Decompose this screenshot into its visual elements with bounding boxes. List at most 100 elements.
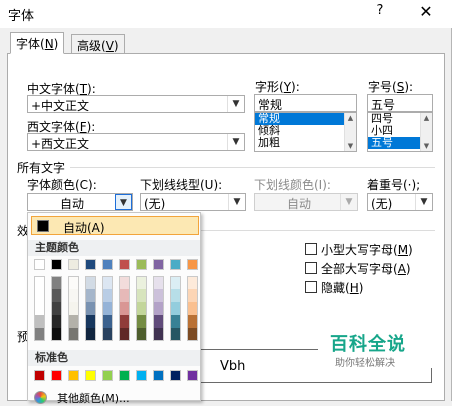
chinese-font-combo[interactable]: +中文正文 ▼ xyxy=(27,95,245,113)
font-color-combo[interactable]: 自动 ▼ xyxy=(27,193,133,211)
chevron-down-icon[interactable]: ▼ xyxy=(115,194,132,210)
theme-color-swatch[interactable] xyxy=(34,259,45,270)
standard-color-swatch[interactable] xyxy=(153,370,164,381)
font-size-input[interactable]: 五号 xyxy=(367,94,433,112)
theme-shade-swatch[interactable] xyxy=(187,302,198,315)
theme-shade-swatch[interactable] xyxy=(85,289,96,302)
theme-shade-swatch[interactable] xyxy=(51,289,62,302)
scroll-up-icon[interactable]: ▲ xyxy=(421,113,432,123)
chevron-down-icon[interactable]: ▼ xyxy=(227,96,244,112)
theme-shade-swatch[interactable] xyxy=(102,276,113,289)
theme-shade-swatch[interactable] xyxy=(119,276,130,289)
theme-shade-swatch[interactable] xyxy=(119,315,130,328)
theme-shade-swatch[interactable] xyxy=(85,276,96,289)
theme-shade-swatch[interactable] xyxy=(153,302,164,315)
scroll-down-icon[interactable]: ▼ xyxy=(345,141,356,151)
theme-shade-swatch[interactable] xyxy=(102,315,113,328)
theme-color-swatch[interactable] xyxy=(51,259,62,270)
theme-shade-swatch[interactable] xyxy=(51,315,62,328)
theme-color-swatch[interactable] xyxy=(102,259,113,270)
theme-shade-swatch[interactable] xyxy=(170,328,181,341)
standard-color-swatch[interactable] xyxy=(85,370,96,381)
theme-shade-swatch[interactable] xyxy=(187,276,198,289)
theme-shade-swatch[interactable] xyxy=(85,315,96,328)
theme-shade-swatch[interactable] xyxy=(170,289,181,302)
emphasis-mark-combo[interactable]: (无) ▼ xyxy=(367,193,433,211)
theme-shade-swatch[interactable] xyxy=(153,289,164,302)
theme-color-swatch[interactable] xyxy=(136,259,147,270)
theme-shade-swatch[interactable] xyxy=(34,328,45,341)
font-style-list[interactable]: 常规 倾斜 加粗 ▲ ▼ xyxy=(254,112,357,152)
standard-color-swatch[interactable] xyxy=(34,370,45,381)
theme-color-swatch[interactable] xyxy=(170,259,181,270)
theme-shade-swatch[interactable] xyxy=(170,276,181,289)
theme-shade-swatch[interactable] xyxy=(187,289,198,302)
underline-style-combo[interactable]: (无) ▼ xyxy=(140,193,246,211)
theme-shade-swatch[interactable] xyxy=(68,276,79,289)
theme-color-swatch[interactable] xyxy=(153,259,164,270)
theme-shade-swatch[interactable] xyxy=(68,315,79,328)
theme-shade-swatch[interactable] xyxy=(68,302,79,315)
size-scrollbar[interactable]: ▲ ▼ xyxy=(420,113,432,151)
close-button[interactable]: ✕ xyxy=(414,2,438,24)
tab-font[interactable]: 字体(N) xyxy=(10,32,65,54)
theme-shade-swatch[interactable] xyxy=(34,276,45,289)
theme-color-swatch[interactable] xyxy=(85,259,96,270)
standard-color-swatch[interactable] xyxy=(68,370,79,381)
theme-color-swatch[interactable] xyxy=(119,259,130,270)
standard-color-swatch[interactable] xyxy=(187,370,198,381)
theme-shade-swatch[interactable] xyxy=(136,315,147,328)
tab-advanced[interactable]: 高级(V) xyxy=(71,34,125,54)
all-caps-checkbox[interactable] xyxy=(305,262,317,274)
theme-shade-swatch[interactable] xyxy=(136,302,147,315)
help-button[interactable]: ? xyxy=(370,3,390,23)
theme-shade-swatch[interactable] xyxy=(187,328,198,341)
theme-shade-swatch[interactable] xyxy=(170,315,181,328)
automatic-color-option[interactable]: 自动(A) xyxy=(31,216,199,235)
theme-color-swatch[interactable] xyxy=(187,259,198,270)
hidden-checkbox[interactable] xyxy=(305,281,317,293)
theme-shade-swatch[interactable] xyxy=(136,276,147,289)
scroll-down-icon[interactable]: ▼ xyxy=(421,141,432,151)
style-scrollbar[interactable]: ▲ ▼ xyxy=(344,113,356,151)
western-font-combo[interactable]: +西文正文 ▼ xyxy=(27,133,245,151)
more-colors-option[interactable]: 其他颜色(M)... xyxy=(31,390,199,405)
list-item[interactable]: 加粗 xyxy=(255,137,356,149)
theme-shade-swatch[interactable] xyxy=(153,328,164,341)
theme-shade-swatch[interactable] xyxy=(136,289,147,302)
theme-shade-swatch[interactable] xyxy=(187,315,198,328)
small-caps-checkbox[interactable] xyxy=(305,243,317,255)
theme-shade-swatch[interactable] xyxy=(34,315,45,328)
theme-shade-swatch[interactable] xyxy=(102,328,113,341)
theme-shade-swatch[interactable] xyxy=(102,302,113,315)
scroll-up-icon[interactable]: ▲ xyxy=(345,113,356,123)
theme-shade-swatch[interactable] xyxy=(68,289,79,302)
standard-color-swatch[interactable] xyxy=(51,370,62,381)
standard-color-swatch[interactable] xyxy=(102,370,113,381)
standard-color-swatch[interactable] xyxy=(136,370,147,381)
theme-shade-swatch[interactable] xyxy=(119,328,130,341)
theme-shade-swatch[interactable] xyxy=(170,302,181,315)
theme-shade-swatch[interactable] xyxy=(85,302,96,315)
theme-color-swatch[interactable] xyxy=(68,259,79,270)
theme-shade-swatch[interactable] xyxy=(153,315,164,328)
theme-shade-swatch[interactable] xyxy=(102,289,113,302)
theme-shade-swatch[interactable] xyxy=(119,302,130,315)
theme-shade-swatch[interactable] xyxy=(68,328,79,341)
font-style-input[interactable]: 常规 xyxy=(254,94,357,112)
standard-color-swatch[interactable] xyxy=(119,370,130,381)
theme-shade-swatch[interactable] xyxy=(119,289,130,302)
standard-color-swatch[interactable] xyxy=(170,370,181,381)
chevron-down-icon[interactable]: ▼ xyxy=(415,194,432,210)
theme-shade-swatch[interactable] xyxy=(51,276,62,289)
theme-shade-swatch[interactable] xyxy=(51,302,62,315)
chevron-down-icon[interactable]: ▼ xyxy=(227,134,244,150)
theme-shade-swatch[interactable] xyxy=(34,302,45,315)
theme-shade-swatch[interactable] xyxy=(153,276,164,289)
theme-shade-swatch[interactable] xyxy=(136,328,147,341)
theme-shade-swatch[interactable] xyxy=(34,289,45,302)
font-size-list[interactable]: 四号 小四 五号 ▲ ▼ xyxy=(367,112,433,152)
theme-shade-swatch[interactable] xyxy=(51,328,62,341)
theme-shade-swatch[interactable] xyxy=(85,328,96,341)
chevron-down-icon[interactable]: ▼ xyxy=(228,194,245,210)
